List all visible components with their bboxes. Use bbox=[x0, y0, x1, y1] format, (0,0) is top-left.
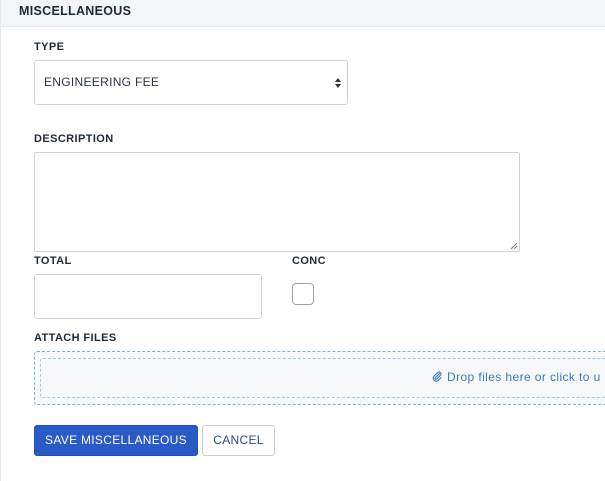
conc-checkbox[interactable] bbox=[292, 283, 314, 305]
total-input[interactable] bbox=[34, 274, 262, 319]
paperclip-icon bbox=[432, 371, 442, 382]
dropzone-text: Drop files here or click to u bbox=[447, 370, 601, 384]
save-miscellaneous-button[interactable]: SAVE MISCELLANEOUS bbox=[34, 425, 198, 456]
type-label: TYPE bbox=[34, 41, 65, 53]
dropzone-message[interactable]: Drop files here or click to u bbox=[432, 370, 601, 384]
type-select-value: ENGINEERING FEE bbox=[44, 75, 160, 89]
sort-arrows-icon bbox=[335, 78, 341, 88]
panel-title: MISCELLANEOUS bbox=[19, 4, 132, 18]
type-select[interactable]: ENGINEERING FEE bbox=[34, 60, 348, 105]
cancel-button[interactable]: CANCEL bbox=[202, 425, 275, 456]
total-label: TOTAL bbox=[34, 255, 72, 267]
resize-grip-icon[interactable] bbox=[510, 242, 518, 250]
description-label: DESCRIPTION bbox=[34, 133, 114, 145]
attach-files-label: ATTACH FILES bbox=[34, 332, 117, 344]
conc-label: CONC bbox=[292, 255, 326, 267]
description-textarea[interactable] bbox=[34, 152, 520, 252]
panel-header: MISCELLANEOUS bbox=[1, 0, 605, 27]
miscellaneous-panel: MISCELLANEOUS TYPE ENGINEERING FEE DESCR… bbox=[0, 0, 605, 481]
